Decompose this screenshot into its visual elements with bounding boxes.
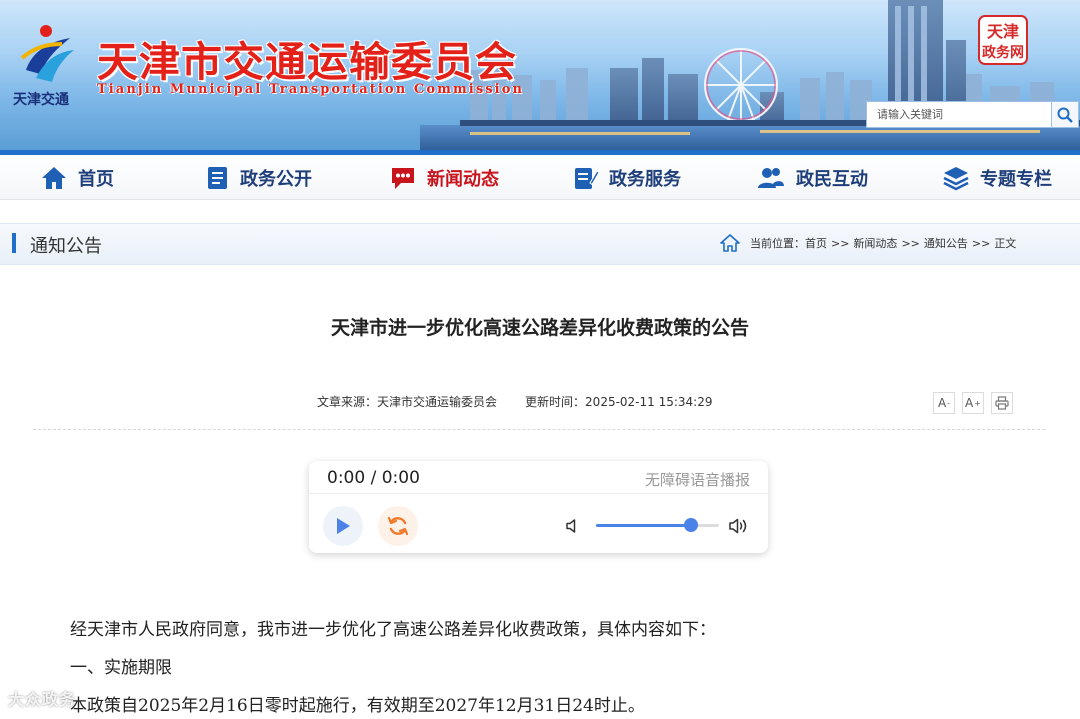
article-paragraph: 本政策自2025年2月16日零时起施行，有效期至2027年12月31日24时止。 bbox=[70, 696, 645, 716]
breadcrumb-home[interactable]: 首页 bbox=[805, 235, 827, 251]
main-nav: 首页 政务公开 新闻动态 政务服务 政民互动 专题专栏 bbox=[0, 155, 1080, 200]
nav-item-special[interactable]: 专题专栏 bbox=[942, 155, 1052, 200]
refresh-icon bbox=[387, 516, 409, 536]
site-subtitle: Tianjin Municipal Transportation Commiss… bbox=[97, 82, 525, 97]
play-button[interactable] bbox=[323, 506, 363, 546]
player-divider bbox=[309, 493, 768, 494]
section-accent-bar bbox=[12, 233, 16, 253]
article-paragraph: 经天津市人民政府同意，我市进一步优化了高速公路差异化收费政策，具体内容如下： bbox=[70, 620, 716, 640]
volume-fill bbox=[596, 524, 691, 527]
nav-item-services[interactable]: 政务服务 bbox=[573, 155, 681, 200]
font-larger-button[interactable]: A + bbox=[962, 392, 984, 414]
logo-caption: 天津交通 bbox=[13, 92, 69, 108]
home-icon bbox=[720, 234, 740, 252]
nav-label-home: 首页 bbox=[78, 168, 114, 190]
volume-slider[interactable] bbox=[596, 518, 719, 532]
edit-form-icon bbox=[575, 167, 599, 189]
article-meta: 文章来源：天津市交通运输委员会 更新时间：2025-02-11 15:34:29 bbox=[317, 393, 713, 410]
breadcrumb-separator: >> bbox=[831, 236, 850, 250]
search-icon bbox=[1057, 107, 1073, 123]
breadcrumb: 当前位置： 首页 >> 新闻动态 >> 通知公告 >> 正文 bbox=[720, 234, 1016, 252]
source-value: 天津市交通运输委员会 bbox=[377, 395, 498, 409]
nav-item-news[interactable]: 新闻动态 bbox=[389, 155, 499, 200]
player-time: 0:00 / 0:00 bbox=[327, 468, 420, 488]
volume-knob[interactable] bbox=[683, 518, 698, 532]
accessibility-audio-player: 0:00 / 0:00 无障碍语音播报 bbox=[309, 461, 768, 553]
nav-item-home[interactable]: 首页 bbox=[40, 155, 114, 200]
nav-label-special: 专题专栏 bbox=[980, 168, 1052, 190]
print-button[interactable] bbox=[991, 392, 1013, 414]
document-icon bbox=[208, 166, 227, 189]
breadcrumb-current: 正文 bbox=[994, 237, 1017, 250]
svg-text:政务网: 政务网 bbox=[982, 44, 1024, 61]
source-label: 文章来源： bbox=[317, 395, 378, 409]
article-title: 天津市进一步优化高速公路差异化收费政策的公告 bbox=[330, 317, 749, 339]
nav-label-news: 新闻动态 bbox=[427, 168, 499, 190]
breadcrumb-prefix: 当前位置： bbox=[750, 237, 805, 250]
play-icon bbox=[337, 518, 350, 534]
search-box bbox=[866, 101, 1079, 128]
font-larger-label: A bbox=[965, 396, 974, 410]
layers-icon bbox=[943, 166, 969, 190]
search-button[interactable] bbox=[1051, 102, 1078, 127]
font-smaller-button[interactable]: A- bbox=[933, 392, 955, 414]
header-banner: 天津交通 天津市交通运输委员会 Tianjin Municipal Transp… bbox=[0, 0, 1080, 150]
nav-item-gov-affairs[interactable]: 政务公开 bbox=[206, 155, 312, 200]
svg-text:天津: 天津 bbox=[987, 22, 1019, 41]
nav-label-interaction: 政民互动 bbox=[796, 168, 868, 190]
plus-sign: + bbox=[974, 398, 981, 408]
tianjin-gov-seal-logo[interactable]: 天津 政务网 bbox=[978, 15, 1028, 65]
loop-button[interactable] bbox=[378, 506, 418, 546]
home-icon bbox=[42, 166, 66, 189]
watermark: 大众政务 bbox=[8, 690, 77, 709]
updated-value: 2025-02-11 15:34:29 bbox=[585, 395, 713, 409]
player-caption: 无障碍语音播报 bbox=[644, 471, 750, 489]
breadcrumb-notices[interactable]: 通知公告 bbox=[924, 235, 968, 251]
nav-item-interaction[interactable]: 政民互动 bbox=[756, 155, 868, 200]
search-input[interactable] bbox=[867, 102, 1052, 127]
users-icon bbox=[758, 167, 784, 188]
speaker-low-icon[interactable] bbox=[565, 518, 581, 534]
speaker-high-icon[interactable] bbox=[729, 517, 749, 535]
meta-divider bbox=[33, 429, 1045, 430]
site-title[interactable]: 天津市交通运输委员会 bbox=[97, 28, 517, 88]
tianjin-transport-logo-icon bbox=[20, 25, 74, 82]
nav-label-services: 政务服务 bbox=[609, 168, 681, 190]
font-smaller-label: A bbox=[937, 396, 947, 410]
breadcrumb-news[interactable]: 新闻动态 bbox=[853, 235, 897, 251]
chat-bubble-icon bbox=[392, 167, 414, 189]
nav-label-gov-affairs: 政务公开 bbox=[240, 168, 312, 190]
minus-sign: - bbox=[947, 398, 951, 408]
updated-label: 更新时间： bbox=[525, 395, 586, 409]
section-title: 通知公告 bbox=[30, 236, 102, 257]
article-subheading: 一、实施期限 bbox=[70, 658, 172, 678]
breadcrumb-separator: >> bbox=[971, 236, 991, 250]
breadcrumb-separator: >> bbox=[901, 236, 920, 250]
printer-icon bbox=[995, 396, 1009, 410]
